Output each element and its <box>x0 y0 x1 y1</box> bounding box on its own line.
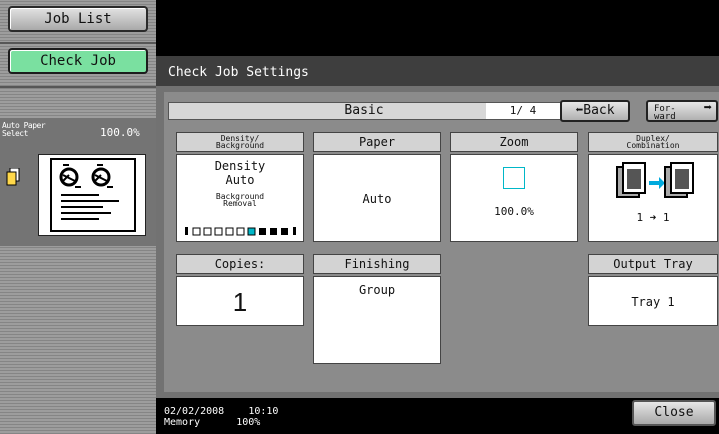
document-preview-icon <box>50 158 136 232</box>
background-removal-gauge <box>185 227 296 236</box>
paper-select-panel: Auto Paper Select 100.0% <box>0 118 156 246</box>
paper-select-label: Auto Paper Select <box>2 121 46 138</box>
forward-button[interactable]: For- ward ➡ <box>646 100 718 122</box>
copies-header[interactable]: Copies: <box>176 254 304 274</box>
density-background-header[interactable]: Density/ Background <box>176 132 304 152</box>
close-button[interactable]: Close <box>632 400 716 426</box>
original-stack-icon <box>6 168 20 186</box>
density-background-cell[interactable]: Density Auto Background Removal <box>176 154 304 242</box>
paper-cell[interactable]: Auto <box>313 154 441 242</box>
output-tray-header[interactable]: Output Tray <box>588 254 718 274</box>
duplex-combination-header[interactable]: Duplex/ Combination <box>588 132 718 152</box>
zoom-value: 100.0% <box>494 205 534 218</box>
back-button[interactable]: ⬅Back <box>560 100 630 122</box>
duplex-value: 1 ➜ 1 <box>636 211 670 224</box>
sidebar: Job List Check Job Auto Paper Select 100… <box>0 0 156 434</box>
finishing-header[interactable]: Finishing <box>313 254 441 274</box>
zoom-readout: 100.0% <box>100 126 140 139</box>
job-list-button[interactable]: Job List <box>8 6 148 32</box>
zoom-icon <box>503 167 525 189</box>
original-preview <box>38 154 146 236</box>
output-tray-cell[interactable]: Tray 1 <box>588 276 718 326</box>
zoom-cell[interactable]: 100.0% <box>450 154 578 242</box>
zoom-header[interactable]: Zoom <box>450 132 578 152</box>
arrow-right-icon: ➡ <box>703 100 712 116</box>
window-title: Check Job Settings <box>156 56 719 86</box>
check-job-settings-window: Check Job Settings Basic 1/ 4 ⬅Back For-… <box>156 56 719 398</box>
page-indicator: 1/ 4 <box>486 103 560 119</box>
divider <box>0 86 156 88</box>
duplex-combination-cell[interactable]: 1 ➜ 1 <box>588 154 718 242</box>
status-bar: 02/02/2008 10:10 Memory 100% Close <box>156 398 719 434</box>
divider <box>0 42 156 44</box>
check-job-button[interactable]: Check Job <box>8 48 148 74</box>
duplex-single-sided-icon <box>616 162 694 198</box>
paper-header[interactable]: Paper <box>313 132 441 152</box>
status-info: 02/02/2008 10:10 Memory 100% <box>164 406 279 428</box>
copies-cell[interactable]: 1 <box>176 276 304 326</box>
finishing-cell[interactable]: Group <box>313 276 441 364</box>
